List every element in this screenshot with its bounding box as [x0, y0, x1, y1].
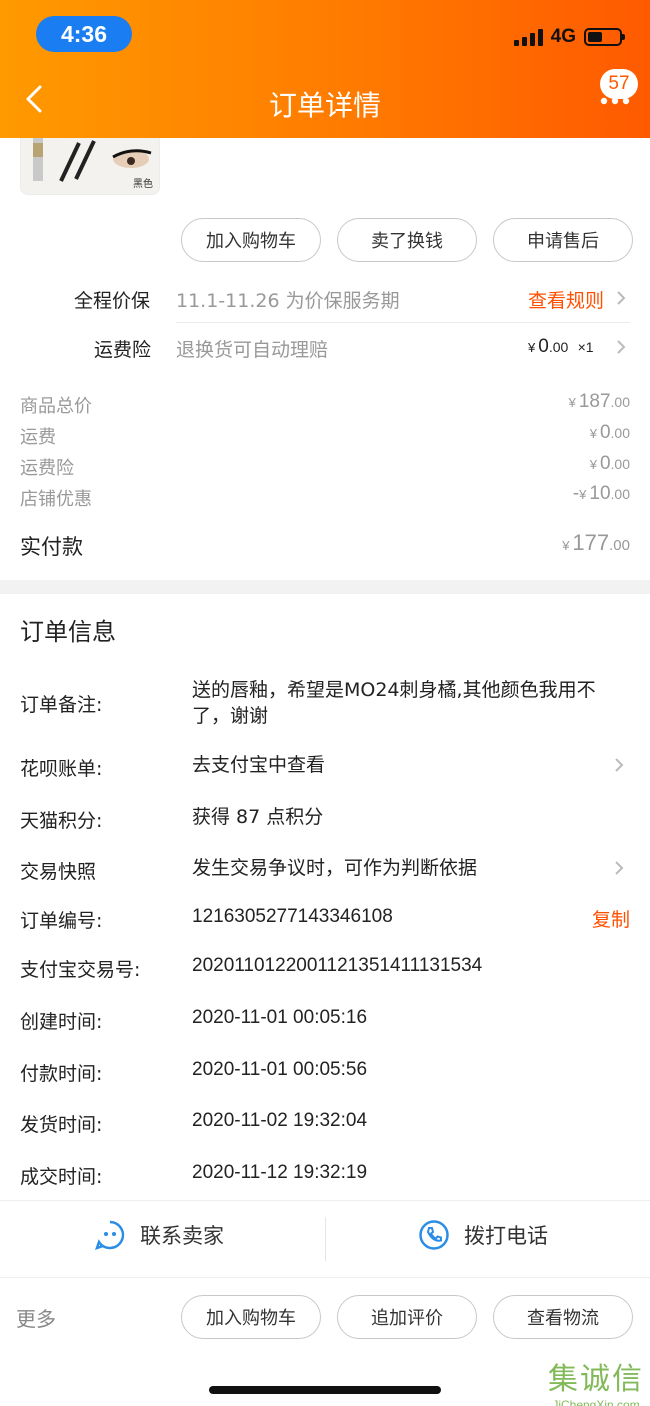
- contact-seller-button[interactable]: 联系卖家: [94, 1219, 224, 1251]
- call-label: 拨打电话: [464, 1224, 548, 1248]
- status-indicators: 4G: [513, 26, 625, 48]
- more-icon[interactable]: [600, 96, 630, 106]
- shipped-time-label: 发货时间:: [20, 1114, 103, 1136]
- price-protect-label: 全程价保: [74, 290, 151, 312]
- remark-value: 送的唇釉，希望是MO24刺身橘,其他颜色我用不了，谢谢: [192, 679, 596, 727]
- sell-button[interactable]: 卖了换钱: [337, 218, 477, 262]
- alipay-number-value: 2020110122001121351411131534: [192, 955, 483, 976]
- price-row-label: 店铺优惠: [20, 489, 92, 510]
- chevron-right-icon[interactable]: [614, 757, 624, 773]
- chevron-right-icon: [617, 291, 626, 305]
- price-row-label: 商品总价: [20, 396, 92, 417]
- message-badge: 57: [600, 69, 638, 99]
- discount-value: -¥ 10.00: [572, 483, 630, 504]
- chevron-right-icon[interactable]: [616, 339, 626, 355]
- price-row-label: 运费险: [20, 458, 74, 479]
- add-to-cart-button[interactable]: 加入购物车: [181, 218, 321, 262]
- paid-time-label: 付款时间:: [20, 1063, 103, 1085]
- copy-button[interactable]: 复制: [592, 905, 630, 932]
- shipped-time-value: 2020-11-02 19:32:04: [192, 1110, 368, 1131]
- closed-time-label: 成交时间:: [20, 1166, 103, 1188]
- shipping-insurance-desc: 退换货可自动理赔: [176, 339, 329, 361]
- remark-label: 订单备注:: [20, 694, 103, 716]
- huabei-label: 花呗账单:: [20, 758, 103, 780]
- paid-time-value: 2020-11-01 00:05:56: [192, 1059, 368, 1080]
- call-button[interactable]: 拨打电话: [418, 1219, 548, 1251]
- home-indicator[interactable]: [209, 1386, 441, 1394]
- divider: [176, 322, 630, 323]
- price-row-value: ¥0.00: [589, 422, 630, 443]
- status-time: 4:36: [36, 16, 132, 52]
- divider: [325, 1217, 326, 1261]
- header-bar: 4:36 4G 订单详情 57: [0, 0, 650, 138]
- alipay-number-label: 支付宝交易号:: [20, 959, 141, 981]
- paid-amount: ¥177.00: [562, 530, 630, 555]
- order-info-title: 订单信息: [20, 618, 116, 646]
- created-time-value: 2020-11-01 00:05:16: [192, 1007, 368, 1028]
- battery-icon: [584, 28, 625, 46]
- price-protect-desc: 11.1-11.26 为价保服务期: [176, 290, 400, 312]
- add-review-button[interactable]: 追加评价: [337, 1295, 477, 1339]
- created-time-label: 创建时间:: [20, 1011, 103, 1033]
- points-label: 天猫积分:: [20, 810, 103, 832]
- huabei-link[interactable]: 去支付宝中查看: [192, 752, 612, 778]
- page-title: 订单详情: [268, 89, 381, 122]
- price-row-value: ¥187.00: [568, 391, 630, 412]
- signal-icon: [513, 28, 543, 46]
- view-rules-link[interactable]: 查看规则: [528, 286, 604, 313]
- contact-seller-label: 联系卖家: [140, 1224, 224, 1248]
- network-type: 4G: [550, 26, 576, 47]
- closed-time-value: 2020-11-12 19:32:19: [192, 1162, 368, 1183]
- snapshot-label: 交易快照: [20, 861, 97, 883]
- snapshot-link[interactable]: 发生交易争议时，可作为判断依据: [192, 855, 612, 881]
- add-to-cart-button[interactable]: 加入购物车: [181, 1295, 321, 1339]
- more-button[interactable]: 更多: [16, 1303, 56, 1332]
- price-row-value: ¥0.00: [589, 453, 630, 474]
- product-color-label: 黑色: [133, 179, 153, 190]
- shipping-insurance-label: 运费险: [94, 339, 152, 361]
- points-value: 获得 87 点积分: [192, 806, 324, 828]
- price-row-label: 运费: [20, 427, 56, 448]
- order-number-label: 订单编号:: [20, 910, 103, 932]
- chevron-right-icon[interactable]: [614, 860, 624, 876]
- shipping-insurance-amount: ¥0.00 ×1: [528, 336, 594, 357]
- contact-bar: 联系卖家 拨打电话: [0, 1200, 650, 1278]
- phone-icon: [419, 1220, 449, 1250]
- after-sales-button[interactable]: 申请售后: [493, 218, 633, 262]
- view-logistics-button[interactable]: 查看物流: [493, 1295, 633, 1339]
- section-separator: [0, 580, 650, 594]
- order-number-value: 1216305277143346108: [192, 906, 393, 927]
- paid-label: 实付款: [20, 535, 83, 559]
- watermark-logo: 集诚信 JiChengXin.com: [548, 1362, 644, 1406]
- chat-icon: [95, 1220, 125, 1250]
